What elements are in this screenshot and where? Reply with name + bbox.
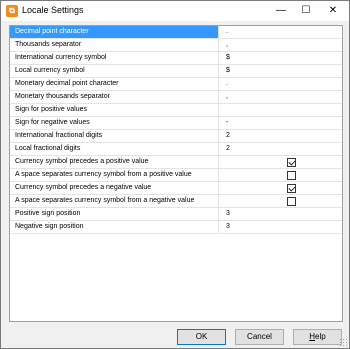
setting-value[interactable]: 2 [220,130,342,142]
setting-name: Local fractional digits [10,143,219,155]
title-bar[interactable]: ⧉ Locale Settings — ☐ ✕ [1,1,349,21]
setting-name: Sign for negative values [10,117,219,129]
setting-value[interactable] [220,104,342,116]
grid-row[interactable]: International currency symbol $ [10,52,342,65]
setting-name: International currency symbol [10,52,219,64]
window-title: Locale Settings [22,5,84,15]
setting-name: Currency symbol precedes a positive valu… [10,156,219,168]
close-button[interactable]: ✕ [321,1,345,21]
setting-name: Currency symbol precedes a negative valu… [10,182,219,194]
grid-row[interactable]: Monetary decimal point character. [10,78,342,91]
minimize-button[interactable]: — [269,1,293,21]
grid-row[interactable]: Sign for positive values [10,104,342,117]
setting-value[interactable]: 3 [220,208,342,220]
settings-grid: Decimal point character. Thousands separa… [9,25,343,322]
grid-row[interactable]: Negative sign position 3 [10,221,342,234]
resize-grip[interactable] [339,338,347,346]
setting-checkbox[interactable] [287,184,296,193]
setting-value[interactable]: . [220,26,342,38]
setting-value[interactable]: , [220,39,342,51]
setting-name: A space separates currency symbol from a… [10,195,219,207]
setting-checkbox[interactable] [287,171,296,180]
setting-name: International fractional digits [10,130,219,142]
maximize-button[interactable]: ☐ [294,1,318,21]
grid-row[interactable]: A space separates currency symbol from a… [10,169,342,182]
setting-value[interactable]: - [220,117,342,129]
grid-row[interactable]: Local fractional digits 2 [10,143,342,156]
locale-settings-dialog: ⧉ Locale Settings — ☐ ✕ Decimal point ch… [0,0,350,349]
grid-row[interactable]: Sign for negative values - [10,117,342,130]
app-icon: ⧉ [6,5,18,17]
setting-name: Monetary decimal point character [10,78,219,90]
setting-checkbox[interactable] [287,197,296,206]
grid-row[interactable]: Monetary thousands separator, [10,91,342,104]
grid-row[interactable]: Currency symbol precedes a negative valu… [10,182,342,195]
help-button[interactable]: Help [293,329,342,345]
setting-value-cell[interactable] [220,195,342,207]
setting-checkbox[interactable] [287,158,296,167]
grid-row[interactable]: Thousands separator, [10,39,342,52]
grid-row[interactable]: Positive sign position 3 [10,208,342,221]
setting-value[interactable]: $ [220,52,342,64]
grid-row[interactable]: International fractional digits 2 [10,130,342,143]
setting-name: A space separates currency symbol from a… [10,169,219,181]
setting-value[interactable]: 2 [220,143,342,155]
setting-value-cell[interactable] [220,169,342,181]
setting-value[interactable]: , [220,91,342,103]
grid-row[interactable]: A space separates currency symbol from a… [10,195,342,208]
setting-value[interactable]: $ [220,65,342,77]
setting-name: Positive sign position [10,208,219,220]
setting-value-cell[interactable] [220,182,342,194]
setting-name: Local currency symbol [10,65,219,77]
help-label: elp [315,332,326,341]
setting-name: Decimal point character [10,26,219,38]
setting-value-cell[interactable] [220,156,342,168]
setting-name: Monetary thousands separator [10,91,219,103]
grid-row[interactable]: Decimal point character. [10,26,342,39]
ok-button[interactable]: OK [177,329,226,345]
grid-row[interactable]: Local currency symbol $ [10,65,342,78]
setting-value[interactable]: 3 [220,221,342,233]
setting-name: Sign for positive values [10,104,219,116]
cancel-button[interactable]: Cancel [235,329,284,345]
setting-name: Thousands separator [10,39,219,51]
setting-name: Negative sign position [10,221,219,233]
setting-value[interactable]: . [220,78,342,90]
grid-row[interactable]: Currency symbol precedes a positive valu… [10,156,342,169]
